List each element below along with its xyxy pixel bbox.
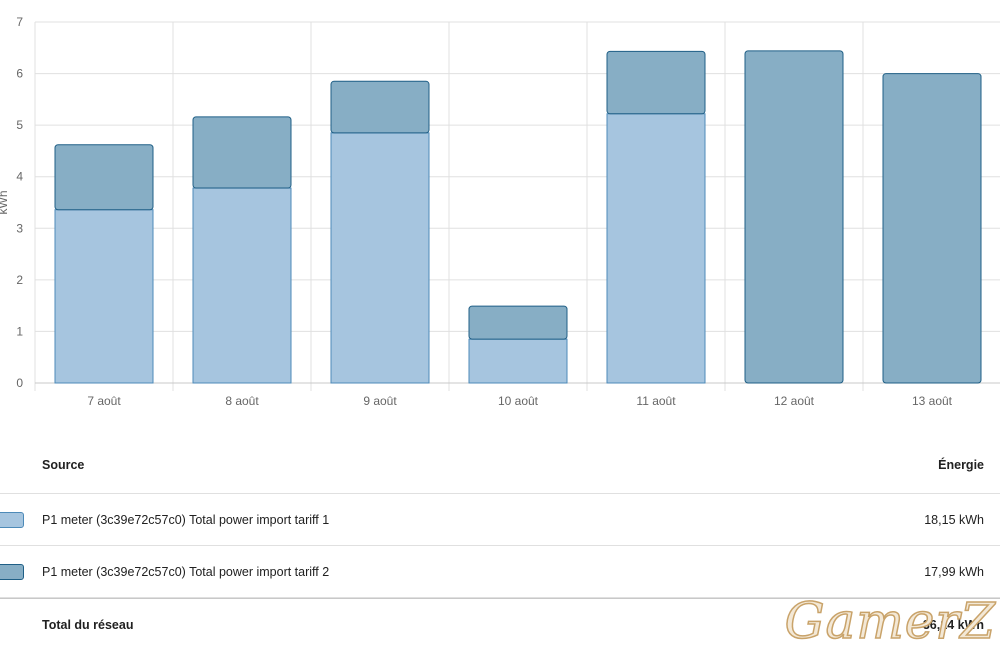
x-tick-label: 8 août	[225, 394, 259, 408]
bar-tariff1	[54, 209, 154, 384]
bar-tariff2	[468, 305, 568, 340]
bar-tariff2	[744, 50, 844, 384]
y-tick-label: 4	[16, 170, 23, 184]
row-energy: 17,99 kWh	[924, 564, 984, 579]
x-tick-label: 12 août	[774, 394, 815, 408]
chart-svg: 0 1 2 3 4 5 6 7 kWh 7 août 8 août 9 août 10 août 11 a…	[0, 15, 1000, 408]
table-row[interactable]: P1 meter (3c39e72c57c0) Total power impo…	[0, 494, 1000, 546]
bar-tariff1	[192, 187, 292, 384]
x-tick-label: 7 août	[87, 394, 121, 408]
x-tick-label: 9 août	[363, 394, 397, 408]
table-row[interactable]: P1 meter (3c39e72c57c0) Total power impo…	[0, 546, 1000, 598]
gamerz-watermark-logo: GamerZ	[784, 591, 996, 651]
header-energy: Énergie	[938, 458, 984, 472]
bar-tariff2	[192, 116, 292, 189]
row-source: P1 meter (3c39e72c57c0) Total power impo…	[42, 512, 330, 527]
y-axis-title: kWh	[0, 191, 10, 215]
y-tick-label: 7	[16, 15, 23, 29]
total-label: Total du réseau	[42, 618, 134, 632]
header-source: Source	[42, 458, 85, 472]
bar-tariff1	[606, 113, 706, 384]
bar-tariff2	[606, 50, 706, 115]
x-tick-label: 11 août	[636, 394, 676, 408]
tariff2-color-swatch	[0, 563, 24, 580]
row-energy: 18,15 kWh	[924, 512, 984, 527]
bar-tariff2	[54, 144, 154, 211]
y-tick-label: 0	[16, 376, 23, 390]
y-tick-label: 1	[16, 324, 23, 338]
bar-tariff2	[882, 73, 982, 384]
x-tick-label: 13 août	[912, 394, 953, 408]
table-header-row: Source Énergie	[0, 437, 1000, 494]
y-tick-label: 3	[16, 221, 23, 235]
row-source: P1 meter (3c39e72c57c0) Total power impo…	[42, 564, 330, 579]
y-tick-label: 6	[16, 67, 23, 81]
bar-tariff1	[468, 338, 568, 384]
y-tick-label: 5	[16, 118, 23, 132]
tariff1-color-swatch	[0, 511, 24, 528]
bar-tariff2	[330, 80, 430, 134]
energy-chart: 0 1 2 3 4 5 6 7 kWh 7 août 8 août 9 août 10 août 11 a…	[0, 0, 1000, 430]
x-tick-label: 10 août	[498, 394, 539, 408]
y-tick-label: 2	[16, 273, 23, 287]
bar-tariff1	[330, 132, 430, 384]
